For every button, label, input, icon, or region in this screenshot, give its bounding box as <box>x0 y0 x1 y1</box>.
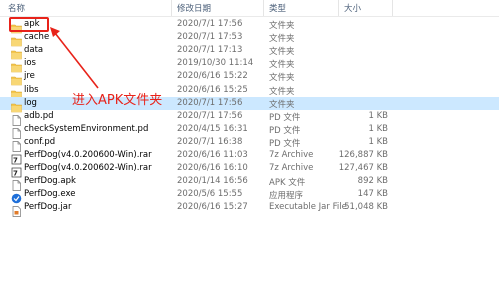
annotation-arrow <box>50 27 99 89</box>
annotation-text: 进入APK文件夹 <box>72 93 163 108</box>
